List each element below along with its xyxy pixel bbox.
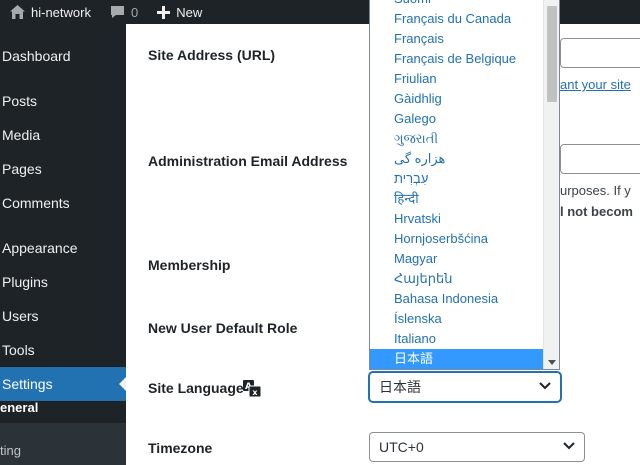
membership-label: Membership (148, 257, 231, 273)
admin-email-label: Administration Email Address (148, 153, 348, 169)
language-option[interactable]: Français de Belgique (370, 49, 544, 69)
comments-link[interactable]: 0 (98, 0, 145, 24)
language-option[interactable]: Français du Canada (370, 9, 544, 29)
new-content-link[interactable]: New (145, 0, 209, 24)
comment-bubble-icon (110, 6, 124, 18)
site-name-link[interactable]: hi-network (0, 0, 98, 24)
translation-icon: A x (243, 380, 261, 397)
menu-settings[interactable]: Settings (0, 367, 127, 401)
timezone-label: Timezone (148, 440, 213, 456)
language-option[interactable]: Italiano (370, 329, 544, 349)
site-address-help: ant your site (560, 77, 631, 92)
site-name-label: hi-network (31, 4, 91, 20)
chevron-down-icon (539, 382, 551, 390)
language-option[interactable]: Français (370, 29, 544, 49)
new-label: New (176, 4, 203, 20)
language-option[interactable]: Hornjoserbšćina (370, 229, 544, 249)
site-address-label: Site Address (URL) (148, 47, 276, 63)
site-language-value: 日本語 (379, 379, 421, 395)
menu-posts[interactable]: Posts (0, 84, 126, 118)
scrollbar-thumb[interactable] (547, 6, 557, 102)
menu-plugins[interactable]: Plugins (0, 265, 126, 299)
language-option[interactable]: Gàidhlig (370, 89, 544, 109)
menu-dashboard[interactable]: Dashboard (0, 39, 126, 73)
language-option[interactable]: 日本語 (370, 349, 544, 369)
language-option[interactable]: Friulian (370, 69, 544, 89)
chevron-down-icon (563, 442, 575, 450)
submenu-writing[interactable]: ting (0, 443, 126, 458)
language-option[interactable]: Հայերեն (370, 269, 544, 289)
svg-text:x: x (252, 388, 258, 397)
menu-media[interactable]: Media (0, 118, 126, 152)
language-option[interactable]: Magyar (370, 249, 544, 269)
language-option[interactable]: Galego (370, 109, 544, 129)
menu-appearance[interactable]: Appearance (0, 231, 126, 265)
admin-email-help-2: l not becom (560, 204, 633, 219)
timezone-value: UTC+0 (379, 439, 424, 455)
language-option[interactable]: ગુજરાતી (370, 129, 544, 149)
admin-email-help-1: urposes. If y (560, 183, 631, 198)
admin-sidebar: Dashboard Posts Media Pages Comments App… (0, 24, 127, 465)
scroll-down-arrow-icon[interactable] (548, 360, 556, 365)
language-dropdown-list: SuomiFrançais du CanadaFrançaisFrançais … (369, 0, 560, 370)
site-address-help-link[interactable]: ant your site (560, 77, 631, 92)
plus-icon (157, 5, 171, 19)
settings-submenu: eneral ting (0, 401, 126, 465)
language-option[interactable]: हिन्दी (370, 189, 544, 209)
menu-pages[interactable]: Pages (0, 152, 126, 186)
language-option[interactable]: Suomi (370, 0, 544, 9)
language-option[interactable]: Hrvatski (370, 209, 544, 229)
menu-users[interactable]: Users (0, 299, 126, 333)
home-icon (10, 5, 25, 19)
comments-count: 0 (130, 4, 139, 20)
site-language-select[interactable]: 日本語 (369, 372, 561, 402)
language-option[interactable]: Íslenska (370, 309, 544, 329)
admin-email-input[interactable] (560, 144, 640, 174)
language-option[interactable]: עִבְרִית (370, 169, 544, 189)
default-role-label: New User Default Role (148, 320, 298, 336)
site-language-label: Site Language (148, 380, 244, 396)
dropdown-scrollbar[interactable] (543, 0, 559, 369)
language-option[interactable]: Bahasa Indonesia (370, 289, 544, 309)
menu-tools[interactable]: Tools (0, 333, 126, 367)
timezone-select[interactable]: UTC+0 (369, 432, 585, 462)
menu-comments[interactable]: Comments (0, 186, 126, 220)
site-address-input[interactable] (560, 38, 640, 68)
language-option[interactable]: هزاره گی (370, 149, 544, 169)
